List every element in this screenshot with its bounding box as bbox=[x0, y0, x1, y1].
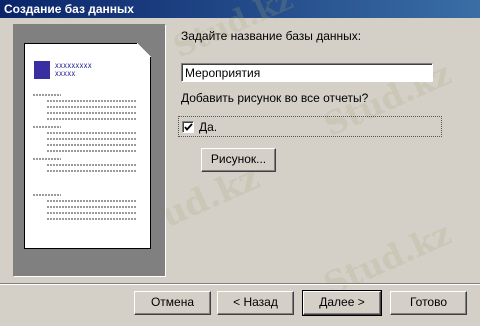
preview-row bbox=[47, 200, 137, 202]
preview-row bbox=[47, 164, 137, 166]
next-button[interactable]: Далее > bbox=[302, 290, 382, 316]
preview-row bbox=[47, 112, 137, 114]
preview-row bbox=[47, 212, 137, 214]
preview-row bbox=[47, 206, 137, 208]
preview-row bbox=[33, 158, 61, 160]
add-picture-prompt: Добавить рисунок во все отчеты? bbox=[181, 91, 369, 105]
cancel-button[interactable]: Отмена bbox=[134, 291, 211, 315]
preview-header-line: XXXXXXXXX bbox=[55, 63, 93, 70]
picture-button[interactable]: Рисунок... bbox=[201, 148, 276, 172]
footer-separator bbox=[0, 283, 480, 285]
page-fold-corner bbox=[137, 43, 151, 57]
back-button[interactable]: < Назад bbox=[217, 291, 294, 315]
preview-row bbox=[47, 118, 137, 120]
window-title: Создание баз данных bbox=[4, 2, 134, 16]
preview-row bbox=[47, 132, 137, 134]
preview-header-line: XXXXX bbox=[55, 71, 76, 78]
preview-row bbox=[33, 94, 61, 96]
title-bar: Создание баз данных bbox=[0, 0, 480, 18]
preview-row bbox=[47, 218, 137, 220]
report-preview-panel: XXXXXXXXX XXXXX bbox=[13, 24, 166, 277]
preview-row bbox=[47, 138, 137, 140]
preview-row bbox=[33, 194, 61, 196]
preview-row bbox=[47, 106, 137, 108]
preview-row bbox=[33, 126, 61, 128]
preview-row bbox=[47, 170, 137, 172]
database-name-prompt: Задайте название базы данных: bbox=[181, 29, 362, 43]
preview-row bbox=[47, 150, 137, 152]
add-picture-checkbox-label: Да. bbox=[199, 120, 218, 134]
preview-row bbox=[47, 100, 137, 102]
preview-row bbox=[47, 144, 137, 146]
report-logo-icon bbox=[34, 61, 50, 79]
add-picture-checkbox[interactable] bbox=[182, 121, 194, 133]
report-preview-page: XXXXXXXXX XXXXX bbox=[24, 43, 151, 249]
checkmark-icon bbox=[184, 123, 193, 131]
add-picture-checkbox-row[interactable]: Да. bbox=[178, 116, 442, 137]
database-name-input[interactable] bbox=[181, 63, 433, 82]
finish-button[interactable]: Готово bbox=[390, 291, 467, 315]
